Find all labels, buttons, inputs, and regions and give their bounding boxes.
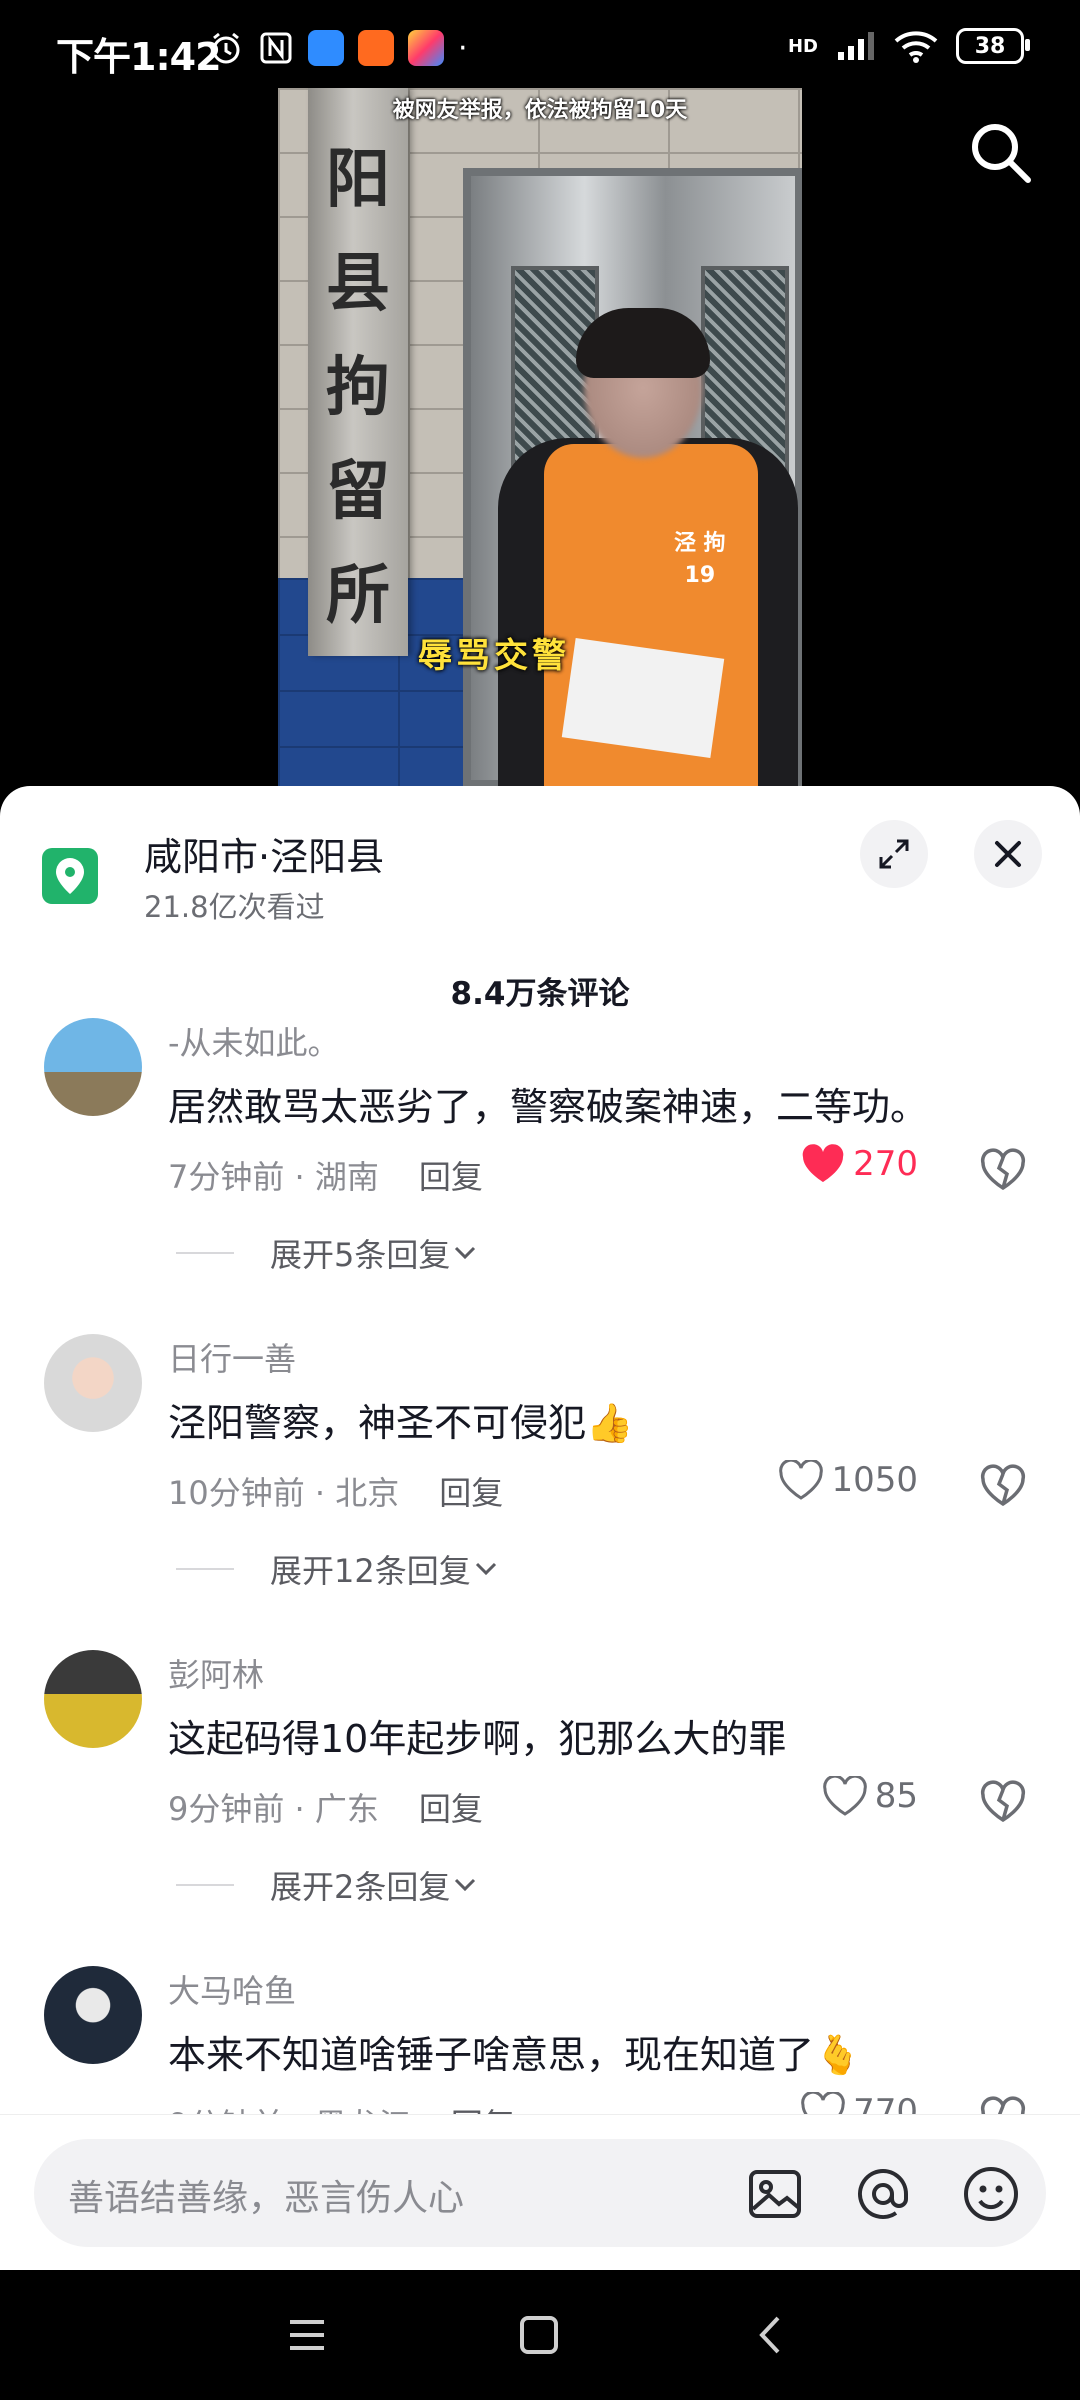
avatar[interactable] (44, 1966, 142, 2064)
reply-button[interactable]: 回复 (419, 1790, 483, 1828)
status-bar: 下午1:42 · HD 38 (0, 0, 1080, 88)
comment-meta: 9分钟前 · 广东 回复 (168, 1790, 483, 1828)
reply-button[interactable]: 回复 (419, 1158, 483, 1196)
heart-icon (779, 1460, 824, 1500)
broken-heart-icon (980, 1148, 1026, 1191)
broken-heart-icon (980, 1464, 1026, 1507)
status-time: 下午1:42 (56, 35, 222, 79)
chevron-down-icon (455, 1878, 476, 1892)
comment-username[interactable]: -从未如此。 (168, 1018, 340, 1064)
comment-text[interactable]: 泾阳警察，神圣不可侵犯👍 (168, 1392, 633, 1447)
like-count: 270 (853, 1144, 918, 1184)
comment-meta: 7分钟前 · 湖南 回复 (168, 1158, 483, 1196)
building-sign: 阳 县 拘 留 所 (308, 88, 408, 656)
reply-button[interactable]: 回复 (439, 1474, 503, 1512)
broken-heart-icon (980, 1780, 1026, 1823)
expand-button[interactable] (860, 820, 928, 888)
comment-text[interactable]: 这起码得10年起步啊，犯那么大的罪 (168, 1708, 786, 1763)
app-notification-icon (358, 30, 394, 66)
location-views: 21.8亿次看过 (144, 890, 325, 924)
video-player[interactable]: 阳 县 拘 留 所 泾 拘 19 被网友举报，依法被拘留10天 辱骂交警 (0, 88, 1080, 788)
comment-meta: 10分钟前 · 北京 回复 (168, 1474, 504, 1512)
location-header[interactable]: 咸阳市·泾阳县 21.8亿次看过 (0, 786, 1080, 936)
avatar[interactable] (44, 1334, 142, 1432)
expand-replies-button[interactable]: 展开5条回复 (176, 1230, 480, 1276)
search-icon (972, 124, 1031, 183)
signal-icon (838, 32, 874, 60)
comment-text[interactable]: 本来不知道啥锤子啥意思，现在知道了🫰 (168, 2024, 861, 2079)
like-button[interactable]: 85 (822, 1776, 918, 1816)
app-notification-icon (308, 30, 344, 66)
mention-button[interactable] (852, 2163, 914, 2225)
like-count: 85 (874, 1776, 918, 1816)
home-icon (520, 2316, 558, 2354)
comments-count: 8.4万条评论 (450, 976, 630, 1012)
at-icon (858, 2169, 908, 2219)
dislike-button[interactable] (978, 1776, 1028, 1826)
chevron-down-icon (455, 1246, 476, 1260)
back-icon (759, 2316, 780, 2354)
avatar[interactable] (44, 1018, 142, 1116)
close-button[interactable] (974, 820, 1042, 888)
vest-text: 泾 拘 19 (674, 531, 726, 588)
video-caption: 辱骂交警 (418, 636, 570, 676)
like-count: 1050 (831, 1460, 918, 1500)
search-button[interactable] (966, 118, 1036, 188)
battery-indicator: 38 (956, 28, 1030, 64)
wifi-icon (894, 31, 938, 63)
alarm-icon (212, 32, 240, 64)
video-frame: 阳 县 拘 留 所 泾 拘 19 被网友举报，依法被拘留10天 辱骂交警 (278, 88, 802, 788)
person-figure: 泾 拘 19 (498, 308, 798, 788)
expand-replies-button[interactable]: 展开2条回复 (176, 1862, 480, 1908)
comment-username[interactable]: 彭阿林 (168, 1650, 264, 1696)
dislike-button[interactable] (978, 1460, 1028, 1510)
heart-icon (822, 1776, 867, 1816)
comment-input-placeholder: 善语结善缘，恶言伤人心 (68, 2178, 465, 2219)
emoji-icon (964, 2167, 1018, 2221)
video-top-subtitle: 被网友举报，依法被拘留10天 (392, 98, 688, 123)
like-button[interactable]: 1050 (779, 1460, 918, 1500)
image-button[interactable] (744, 2163, 806, 2225)
back-button[interactable] (746, 2310, 796, 2360)
expand-icon (879, 839, 909, 869)
system-nav-bar (0, 2270, 1080, 2400)
comment-text[interactable]: 居然敢骂太恶劣了，警察破案神速，二等功。 (168, 1076, 928, 1131)
close-icon (995, 841, 1021, 867)
app-notification-icon (408, 30, 444, 66)
menu-icon (290, 2320, 324, 2350)
avatar[interactable] (44, 1650, 142, 1748)
heart-filled-icon (802, 1144, 844, 1182)
comment-input[interactable]: 善语结善缘，恶言伤人心 (34, 2139, 1046, 2247)
emoji-button[interactable] (960, 2163, 1022, 2225)
network-label: HD (787, 35, 818, 57)
home-button[interactable] (514, 2310, 564, 2360)
comments-sheet: 咸阳市·泾阳县 21.8亿次看过 8.4万条评论 -从未如此。 居然敢骂太恶劣了… (0, 786, 1080, 2270)
location-pin-icon (42, 848, 98, 904)
menu-button[interactable] (282, 2310, 332, 2360)
chevron-down-icon (475, 1562, 496, 1576)
image-icon (749, 2170, 801, 2218)
dislike-button[interactable] (978, 1144, 1028, 1194)
more-notifications-dot: · (458, 30, 468, 66)
location-title[interactable]: 咸阳市·泾阳县 (144, 826, 384, 881)
comment-input-bar: 善语结善缘，恶言伤人心 (0, 2114, 1080, 2271)
status-notification-icons: · (208, 30, 468, 66)
comment-username[interactable]: 大马哈鱼 (168, 1966, 296, 2012)
comment-username[interactable]: 日行一善 (168, 1334, 296, 1380)
nfc-icon (260, 32, 292, 64)
like-button[interactable]: 270 (801, 1144, 918, 1184)
expand-replies-button[interactable]: 展开12条回复 (176, 1546, 501, 1592)
